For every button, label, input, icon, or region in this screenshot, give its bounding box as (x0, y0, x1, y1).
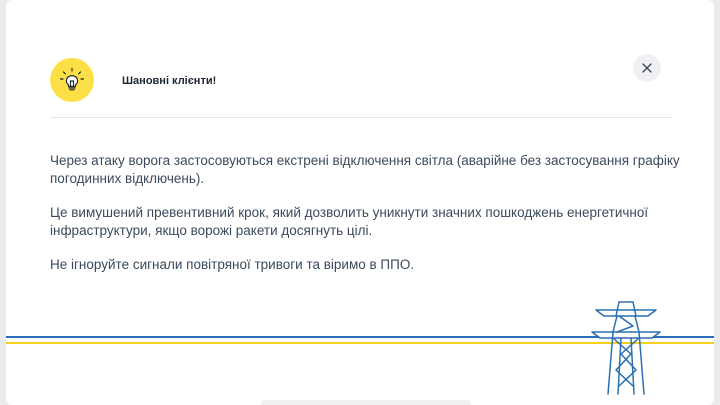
paragraph-preventive-step: Це вимушений превентивний крок, який доз… (50, 205, 649, 238)
power-pylon-icon (586, 296, 666, 405)
announcement-modal: Шановні клієнти! Через атаку ворога заст… (6, 0, 714, 405)
modal-header: Шановні клієнти! (50, 58, 670, 118)
modal-body: Через атаку ворога застосовуються екстре… (50, 152, 680, 290)
close-icon (642, 63, 652, 73)
paragraph-air-raid-warning: Не ігноруйте сигнали повітряної тривоги … (50, 257, 415, 272)
paragraph-outage-notice: Через атаку ворога застосовуються екстре… (50, 153, 680, 186)
lightbulb-icon (50, 58, 94, 102)
close-button[interactable] (633, 54, 661, 82)
header-divider (50, 117, 672, 118)
bottom-tab (261, 400, 471, 405)
modal-title: Шановні клієнти! (122, 75, 217, 87)
